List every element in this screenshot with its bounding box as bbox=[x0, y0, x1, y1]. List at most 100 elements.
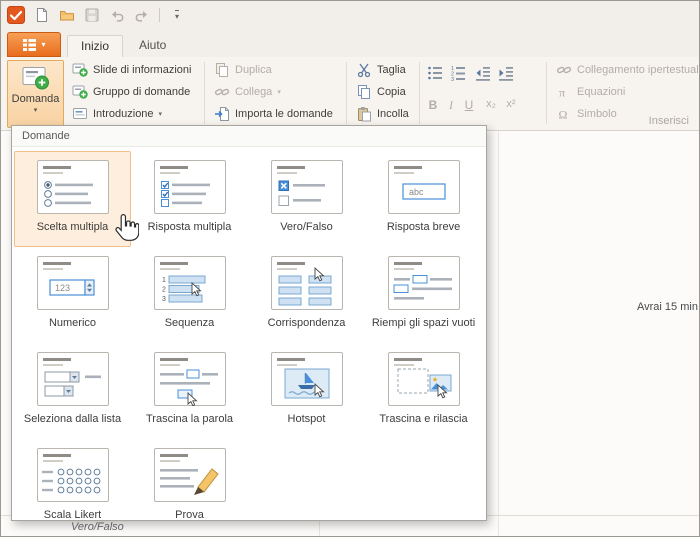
copia-label: Copia bbox=[377, 86, 406, 98]
chevron-down-icon: ▾ bbox=[33, 107, 38, 114]
tile-sequenza[interactable]: 1 2 3 Sequenza bbox=[131, 247, 248, 343]
introduzione-button[interactable]: Introduzione ▾ bbox=[69, 104, 165, 124]
hyperlink-label: Collegamento ipertestuale bbox=[577, 64, 700, 76]
undo-button[interactable] bbox=[106, 4, 128, 26]
drag-word-icon bbox=[153, 352, 226, 406]
tile-label: Scelta multipla bbox=[36, 221, 109, 233]
domanda-button[interactable]: Domanda ▾ bbox=[7, 60, 64, 128]
increase-indent-button[interactable] bbox=[496, 63, 516, 83]
svg-text:abc: abc bbox=[409, 187, 424, 197]
hand-cursor-icon bbox=[113, 213, 140, 248]
underline-button[interactable]: U bbox=[461, 98, 477, 112]
tab-bar: ▾ Inizio Aiuto bbox=[1, 29, 699, 57]
question-group-button[interactable]: Gruppo di domande bbox=[69, 82, 193, 102]
italic-button[interactable]: I bbox=[443, 98, 459, 113]
omega-symbol-icon: Ω bbox=[556, 106, 572, 122]
tile-corrispondenza[interactable]: Corrispondenza bbox=[248, 247, 365, 343]
taglia-button[interactable]: Taglia bbox=[353, 60, 409, 80]
import-icon bbox=[214, 106, 230, 122]
slide-info-button[interactable]: Slide di informazioni bbox=[69, 60, 194, 80]
hyperlink-button[interactable]: Collegamento ipertestuale bbox=[553, 60, 700, 80]
matching-icon bbox=[270, 256, 343, 310]
tab-inizio[interactable]: Inizio bbox=[67, 35, 124, 57]
numbered-list-button[interactable]: 123 bbox=[448, 63, 468, 83]
svg-text:123: 123 bbox=[55, 283, 70, 293]
tile-label: Hotspot bbox=[287, 413, 326, 425]
tile-numerico[interactable]: 123 Numerico bbox=[14, 247, 131, 343]
drag-drop-icon bbox=[387, 352, 460, 406]
true-false-icon bbox=[270, 160, 343, 214]
simbolo-button[interactable]: Ω Simbolo bbox=[553, 104, 620, 124]
incolla-button[interactable]: Incolla bbox=[353, 104, 412, 124]
numeric-icon: 123 bbox=[36, 256, 109, 310]
tile-label: Vero/Falso bbox=[280, 221, 333, 233]
tile-label: Corrispondenza bbox=[267, 317, 346, 329]
question-group-label: Gruppo di domande bbox=[93, 86, 191, 98]
tile-trascina-la-parola[interactable]: Trascina la parola bbox=[131, 343, 248, 439]
duplicate-icon bbox=[214, 62, 230, 78]
bold-button[interactable]: B bbox=[425, 98, 441, 112]
tile-label: Sequenza bbox=[164, 317, 215, 329]
save-button[interactable] bbox=[81, 4, 103, 26]
tile-risposta-multipla[interactable]: Risposta multipla bbox=[131, 151, 248, 247]
duplica-label: Duplica bbox=[235, 64, 272, 76]
customize-toolbar-button[interactable]: ▾ bbox=[166, 4, 188, 26]
group-separator bbox=[546, 62, 547, 124]
subscript-button[interactable]: x₂ bbox=[483, 98, 499, 110]
collega-label: Collega bbox=[235, 86, 273, 98]
duplica-button[interactable]: Duplica bbox=[211, 60, 275, 80]
tile-trascina-e-rilascia[interactable]: Trascina e rilascia bbox=[365, 343, 482, 439]
bullet-list-button[interactable] bbox=[425, 63, 445, 83]
decrease-indent-button[interactable] bbox=[473, 63, 493, 83]
svg-text:2: 2 bbox=[162, 287, 166, 294]
copia-button[interactable]: Copia bbox=[353, 82, 409, 102]
multiple-response-icon bbox=[153, 160, 226, 214]
tile-prova[interactable]: Prova bbox=[131, 439, 248, 520]
tile-label: Risposta multipla bbox=[147, 221, 232, 233]
group-separator bbox=[346, 62, 347, 124]
tile-label: Riempi gli spazi vuoti bbox=[371, 317, 476, 329]
pi-equation-icon: π bbox=[556, 84, 572, 100]
tile-seleziona-dalla-lista[interactable]: Seleziona dalla lista bbox=[14, 343, 131, 439]
app-menu-button[interactable]: ▾ bbox=[7, 32, 61, 57]
fill-blanks-icon bbox=[387, 256, 460, 310]
add-group-icon bbox=[72, 84, 88, 100]
hotspot-icon bbox=[270, 352, 343, 406]
domanda-label: Domanda bbox=[11, 93, 60, 105]
redo-button[interactable] bbox=[131, 4, 153, 26]
likert-icon bbox=[36, 448, 109, 502]
inserisci-group-label: Inserisci bbox=[648, 115, 689, 127]
ribbon: Domanda ▾ Slide di informazioni Gruppo d… bbox=[1, 57, 700, 131]
question-row-label: Vero/Falso bbox=[71, 521, 124, 533]
importa-domande-button[interactable]: Importa le domande bbox=[211, 104, 336, 124]
menu-grid-icon bbox=[22, 37, 37, 52]
group-separator bbox=[204, 62, 205, 124]
new-document-button[interactable] bbox=[31, 4, 53, 26]
scissors-icon bbox=[356, 62, 372, 78]
tile-vero-falso[interactable]: Vero/Falso bbox=[248, 151, 365, 247]
chevron-down-icon: ▾ bbox=[277, 89, 281, 96]
essay-icon bbox=[153, 448, 226, 502]
simbolo-label: Simbolo bbox=[577, 108, 617, 120]
app-logo-icon bbox=[6, 5, 26, 25]
collega-button[interactable]: Collega ▾ bbox=[211, 82, 284, 102]
tab-aiuto[interactable]: Aiuto bbox=[126, 35, 179, 57]
column-divider bbox=[498, 131, 499, 536]
question-type-menu: Domande Scelta multipla Risposta multipla… bbox=[11, 125, 487, 521]
toolbar-separator bbox=[159, 8, 160, 22]
tile-risposta-breve[interactable]: abc Risposta breve bbox=[365, 151, 482, 247]
copy-icon bbox=[356, 84, 372, 100]
open-button[interactable] bbox=[56, 4, 78, 26]
svg-text:3: 3 bbox=[162, 296, 166, 303]
superscript-button[interactable]: x² bbox=[503, 98, 519, 110]
svg-text:π: π bbox=[559, 86, 565, 100]
tile-scala-likert[interactable]: Scala Likert bbox=[14, 439, 131, 521]
tile-riempi-gli-spazi-vuoti[interactable]: Riempi gli spazi vuoti bbox=[365, 247, 482, 343]
tile-hotspot[interactable]: Hotspot bbox=[248, 343, 365, 439]
equazioni-label: Equazioni bbox=[577, 86, 626, 98]
introduzione-label: Introduzione bbox=[93, 108, 154, 120]
chevron-down-icon: ▾ bbox=[158, 111, 163, 118]
app-window: ▾ ▾ Inizio Aiuto Domanda ▾ Slide di info… bbox=[0, 0, 700, 537]
tile-label: Scala Likert bbox=[43, 509, 102, 521]
equazioni-button[interactable]: π Equazioni bbox=[553, 82, 628, 102]
